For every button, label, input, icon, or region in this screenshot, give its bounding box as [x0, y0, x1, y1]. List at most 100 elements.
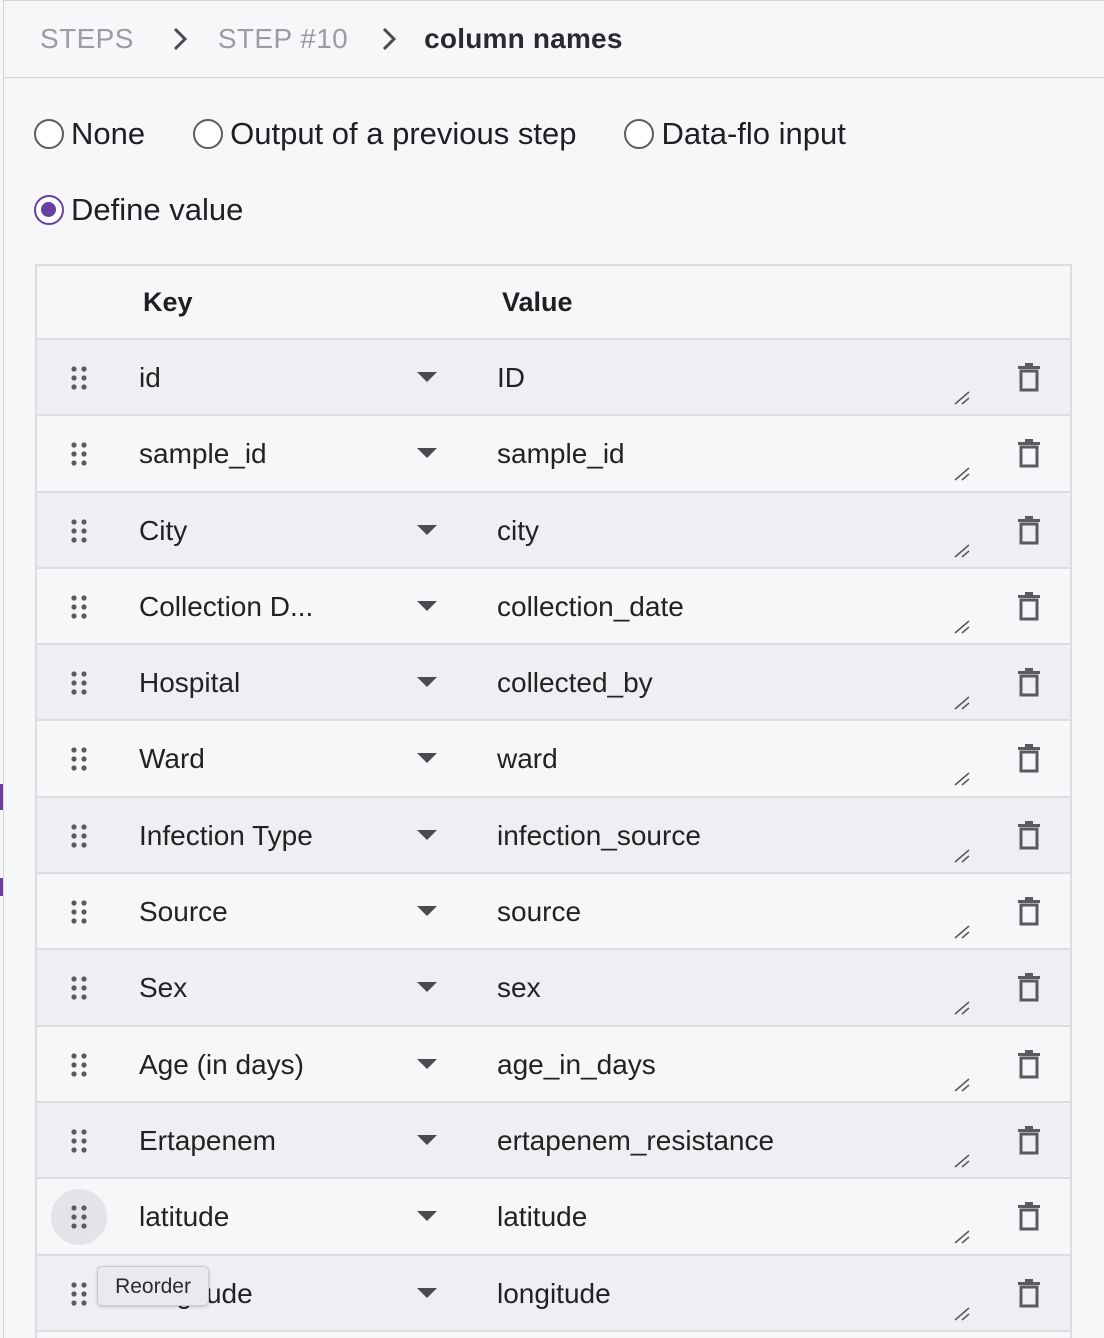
radio-output-previous-step[interactable]: Output of a previous step: [193, 116, 576, 152]
radio-define-value[interactable]: Define value: [34, 192, 243, 228]
trash-icon[interactable]: [1017, 667, 1041, 704]
textarea-resize-icon[interactable]: [953, 380, 971, 412]
caret-down-icon[interactable]: [417, 372, 437, 382]
drag-handle-icon[interactable]: [51, 579, 107, 635]
drag-handle-icon[interactable]: [51, 1189, 107, 1246]
value-input[interactable]: sample_id: [497, 438, 625, 470]
value-input[interactable]: age_in_days: [497, 1049, 656, 1081]
drag-handle-icon[interactable]: [51, 731, 107, 787]
textarea-resize-icon[interactable]: [953, 1296, 971, 1328]
trash-icon[interactable]: [1017, 515, 1041, 552]
drag-handle-icon[interactable]: [51, 960, 107, 1016]
drag-handle-icon[interactable]: [51, 426, 107, 482]
value-input[interactable]: ID: [497, 362, 525, 394]
value-input[interactable]: infection_source: [497, 820, 701, 852]
key-select[interactable]: Collection D...: [139, 591, 313, 623]
drag-handle-icon[interactable]: [51, 808, 107, 864]
trash-icon[interactable]: [1017, 1201, 1041, 1238]
caret-down-icon[interactable]: [417, 1287, 437, 1298]
radio-circle[interactable]: [624, 119, 655, 149]
value-input[interactable]: latitude: [497, 1201, 587, 1233]
key-select[interactable]: Age (in days): [139, 1049, 304, 1081]
value-input[interactable]: collected_by: [497, 667, 653, 699]
value-input[interactable]: sex: [497, 972, 541, 1004]
textarea-resize-icon[interactable]: [953, 533, 971, 565]
key-select[interactable]: Infection Type: [139, 820, 313, 852]
radio-circle-checked[interactable]: [34, 195, 64, 225]
table-row: Collection D... collection_date: [37, 569, 1070, 646]
table-row: sample_id sample_id: [37, 416, 1070, 493]
key-select[interactable]: City: [139, 515, 187, 547]
drag-handle-icon[interactable]: [51, 503, 107, 559]
drag-handle-icon[interactable]: [51, 350, 107, 406]
key-select[interactable]: Sex: [139, 972, 187, 1004]
caret-down-icon[interactable]: [417, 906, 437, 917]
textarea-resize-icon[interactable]: [953, 1143, 971, 1175]
drag-handle-icon[interactable]: [51, 655, 107, 711]
breadcrumb-steps[interactable]: STEPS: [40, 23, 134, 55]
value-input[interactable]: ward: [497, 743, 558, 775]
key-select[interactable]: sample_id: [139, 438, 267, 470]
value-input[interactable]: source: [497, 896, 581, 928]
caret-down-icon[interactable]: [417, 448, 437, 459]
edge-indicator: [0, 784, 3, 810]
key-select[interactable]: id: [139, 362, 161, 394]
radio-none[interactable]: None: [34, 116, 145, 152]
trash-icon[interactable]: [1017, 896, 1041, 933]
radio-label: None: [71, 116, 146, 151]
radio-label: Data-flo input: [661, 116, 846, 151]
caret-down-icon[interactable]: [417, 753, 437, 764]
trash-icon[interactable]: [1017, 972, 1041, 1009]
textarea-resize-icon[interactable]: [953, 838, 971, 870]
trash-icon[interactable]: [1017, 362, 1041, 399]
input-source-options-2: Define value: [34, 192, 291, 228]
textarea-resize-icon[interactable]: [953, 609, 971, 641]
caret-down-icon[interactable]: [417, 982, 437, 993]
trash-icon[interactable]: [1017, 1278, 1041, 1315]
caret-down-icon[interactable]: [417, 677, 437, 688]
key-select[interactable]: latitude: [139, 1201, 229, 1233]
caret-down-icon[interactable]: [417, 829, 437, 840]
reorder-tooltip: Reorder: [97, 1266, 209, 1306]
trash-icon[interactable]: [1017, 743, 1041, 780]
textarea-resize-icon[interactable]: [953, 685, 971, 717]
value-input[interactable]: longitude: [497, 1278, 611, 1310]
breadcrumb: STEPS STEP #10 column names: [4, 0, 1104, 78]
key-select[interactable]: Hospital: [139, 667, 240, 699]
drag-handle-icon[interactable]: [51, 884, 107, 940]
radio-circle[interactable]: [193, 119, 224, 149]
textarea-resize-icon[interactable]: [953, 456, 971, 488]
trash-icon[interactable]: [1017, 591, 1041, 628]
textarea-resize-icon[interactable]: [953, 914, 971, 946]
table-row: City city: [37, 492, 1070, 569]
table-row: Ward ward: [37, 721, 1070, 798]
value-input[interactable]: ertapenem_resistance: [497, 1125, 774, 1157]
value-input[interactable]: city: [497, 515, 539, 547]
textarea-resize-icon[interactable]: [953, 761, 971, 793]
breadcrumb-step[interactable]: STEP #10: [218, 23, 348, 55]
radio-circle[interactable]: [34, 119, 64, 149]
table-row: Source source: [37, 874, 1070, 951]
drag-handle-icon[interactable]: [51, 1037, 107, 1093]
trash-icon[interactable]: [1017, 1049, 1041, 1086]
trash-icon[interactable]: [1017, 1125, 1041, 1162]
textarea-resize-icon[interactable]: [953, 1067, 971, 1099]
caret-down-icon[interactable]: [417, 524, 437, 535]
key-select[interactable]: Source: [139, 896, 228, 928]
value-input[interactable]: collection_date: [497, 591, 684, 623]
caret-down-icon[interactable]: [417, 600, 437, 611]
chevron-right-icon: [165, 27, 195, 51]
breadcrumb-current: column names: [424, 22, 623, 54]
caret-down-icon[interactable]: [417, 1134, 437, 1145]
trash-icon[interactable]: [1017, 820, 1041, 857]
textarea-resize-icon[interactable]: [953, 1219, 971, 1251]
caret-down-icon[interactable]: [417, 1058, 437, 1069]
radio-data-flo-input[interactable]: Data-flo input: [624, 116, 846, 152]
trash-icon[interactable]: [1017, 438, 1041, 475]
key-select[interactable]: Ertapenem: [139, 1125, 276, 1157]
key-select[interactable]: Ward: [139, 743, 205, 775]
textarea-resize-icon[interactable]: [953, 990, 971, 1022]
table-header: Key Value: [37, 266, 1070, 340]
caret-down-icon[interactable]: [417, 1211, 437, 1222]
drag-handle-icon[interactable]: [51, 1113, 107, 1169]
